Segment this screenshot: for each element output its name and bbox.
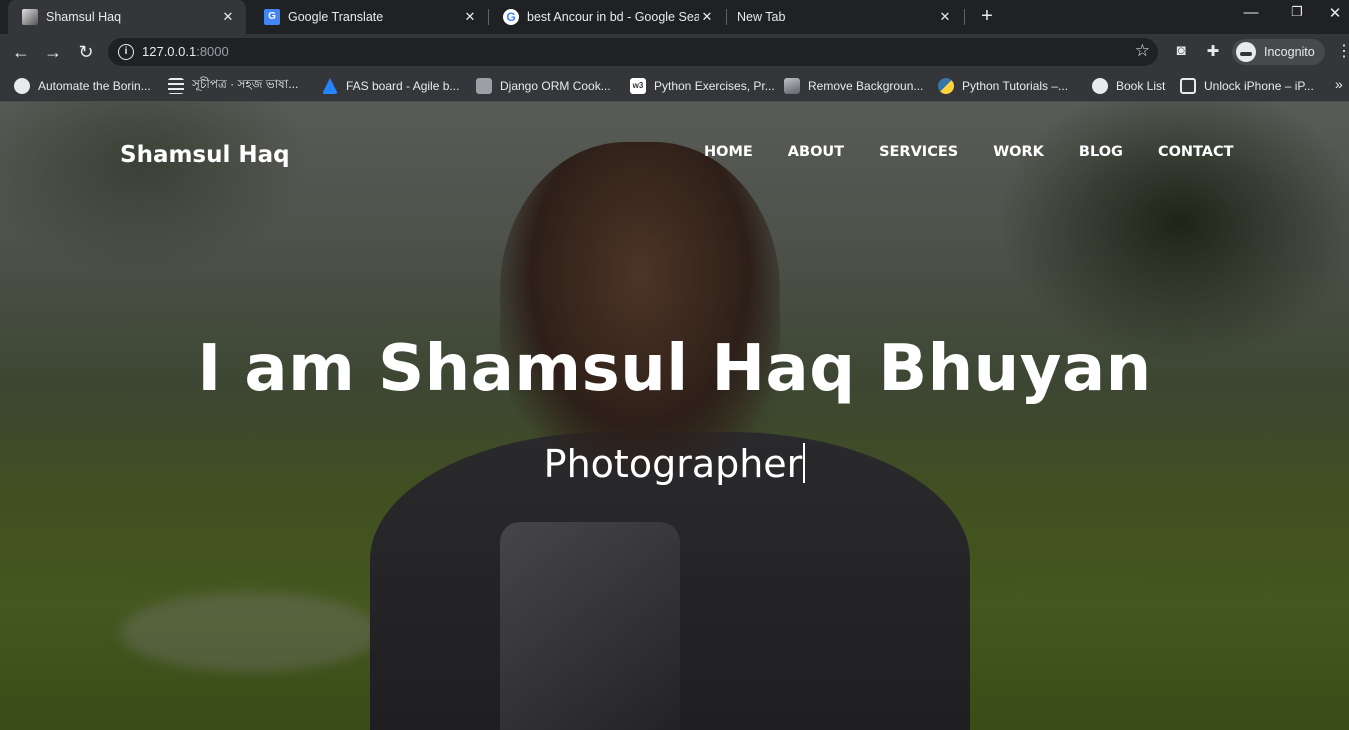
tab-new-tab[interactable]: New Tab ✕ [727, 0, 963, 34]
bookmark-item[interactable]: Django ORM Cook... [476, 77, 611, 95]
globe-icon [14, 78, 30, 94]
bookmark-item[interactable]: FAS board - Agile b... [322, 77, 459, 95]
tab-title: New Tab [737, 10, 786, 24]
more-bookmarks-icon[interactable]: » [1335, 76, 1343, 92]
site-brand[interactable]: Shamsul Haq [120, 142, 290, 168]
bookmark-label: Django ORM Cook... [500, 79, 611, 93]
book-icon [476, 78, 492, 94]
bookmark-label: Unlock iPhone – iP... [1204, 79, 1314, 93]
url-host: 127.0.0.1 [142, 44, 197, 59]
tab-separator [964, 9, 965, 25]
bookmark-item[interactable]: Automate the Borin... [14, 77, 151, 95]
extensions-puzzle-icon[interactable]: ✚ [1203, 42, 1223, 60]
tab-title: Shamsul Haq [46, 10, 122, 24]
camera-icon[interactable]: ◙ [1171, 42, 1191, 59]
forward-arrow-icon[interactable]: → [40, 39, 66, 65]
bookmark-item[interactable]: সূচীপত্র · সহজ ভাষা... [168, 77, 298, 95]
nav-contact[interactable]: CONTACT [1158, 144, 1234, 160]
back-arrow-icon[interactable]: ← [8, 39, 34, 65]
close-icon[interactable]: ✕ [699, 9, 715, 25]
bookmark-label: Remove Backgroun... [808, 79, 924, 93]
incognito-badge[interactable]: Incognito [1232, 39, 1325, 65]
typing-cursor [803, 443, 806, 483]
hero-title: I am Shamsul Haq Bhuyan [197, 332, 1152, 406]
layers-icon [784, 78, 800, 94]
lines-icon [168, 78, 184, 94]
reload-icon[interactable]: ↻ [73, 39, 99, 65]
bookmarks-bar: Automate the Borin... সূচীপত্র · সহজ ভাষ… [0, 70, 1349, 102]
bookmark-label: Book List [1116, 79, 1166, 93]
google-translate-icon: G [264, 9, 280, 25]
nav-services[interactable]: SERVICES [879, 144, 958, 160]
close-icon[interactable]: ✕ [220, 9, 236, 25]
nav-home[interactable]: HOME [704, 144, 753, 160]
google-icon: G [503, 9, 519, 25]
tab-title: best Ancour in bd - Google Search [527, 10, 699, 24]
hero-section: Shamsul Haq HOME ABOUT SERVICES WORK BLO… [0, 102, 1349, 730]
hero-subtitle-wrap: Photographer [0, 442, 1349, 486]
bookmark-label: সূচীপত্র · সহজ ভাষা... [192, 77, 299, 91]
bookmark-item[interactable]: Remove Backgroun... [784, 77, 923, 95]
bookmark-label: Python Exercises, Pr... [654, 79, 775, 93]
bookmark-label: Python Tutorials –... [962, 79, 1069, 93]
nav-work[interactable]: WORK [993, 144, 1044, 160]
unlock-icon [1180, 78, 1196, 94]
bookmark-item[interactable]: Python Tutorials –... [938, 77, 1068, 95]
nav-blog[interactable]: BLOG [1079, 144, 1123, 160]
hero-overlay [0, 102, 1349, 730]
close-icon[interactable]: ✕ [462, 9, 478, 25]
menu-kebab-icon[interactable]: ⋮ [1336, 41, 1349, 61]
site-nav: HOME ABOUT SERVICES WORK BLOG CONTACT [704, 144, 1269, 160]
tab-strip: Shamsul Haq ✕ G Google Translate ✕ G bes… [0, 0, 1349, 34]
nav-about[interactable]: ABOUT [788, 144, 844, 160]
w3-icon: w3 [630, 78, 646, 94]
browser-toolbar: ← → ↻ i 127.0.0.1:8000 ☆ ◙ ✚ Incognito ⋮ [0, 34, 1349, 70]
bookmark-label: Automate the Borin... [38, 79, 151, 93]
incognito-icon [1236, 42, 1256, 62]
jira-icon [322, 78, 338, 94]
tab-google-translate[interactable]: G Google Translate ✕ [250, 0, 488, 34]
tab-google-search[interactable]: G best Ancour in bd - Google Search ✕ [489, 0, 725, 34]
globe-icon [1092, 78, 1108, 94]
bookmark-item[interactable]: w3 Python Exercises, Pr... [630, 77, 775, 95]
url-text[interactable]: 127.0.0.1:8000 [142, 44, 229, 59]
tab-shamsul-haq[interactable]: Shamsul Haq ✕ [8, 0, 246, 34]
bookmark-label: FAS board - Agile b... [346, 79, 460, 93]
address-bar[interactable]: i 127.0.0.1:8000 ☆ [108, 38, 1158, 66]
bookmark-star-icon[interactable]: ☆ [1135, 41, 1150, 61]
tab-title: Google Translate [288, 10, 384, 24]
url-port: :8000 [196, 44, 229, 59]
restore-icon[interactable]: ❐ [1282, 4, 1312, 20]
new-tab-button[interactable]: + [976, 5, 998, 27]
hero-subtitle: Photographer [543, 442, 803, 486]
python-icon [938, 78, 954, 94]
window-close-icon[interactable]: ✕ [1320, 4, 1349, 22]
minimize-icon[interactable]: — [1236, 4, 1266, 21]
incognito-label: Incognito [1264, 45, 1315, 59]
bookmark-item[interactable]: Unlock iPhone – iP... [1180, 77, 1314, 95]
site-info-icon[interactable]: i [118, 44, 134, 60]
photo-favicon-icon [22, 9, 38, 25]
close-icon[interactable]: ✕ [937, 9, 953, 25]
bookmark-item[interactable]: Book List [1092, 77, 1165, 95]
